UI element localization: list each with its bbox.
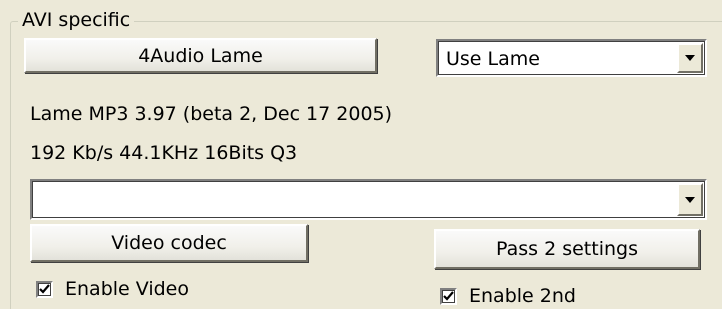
enable-2nd-checkbox[interactable] bbox=[440, 287, 457, 305]
enable-video-checkbox[interactable] bbox=[36, 280, 53, 298]
audio-mode-select-value: Use Lame bbox=[446, 48, 540, 70]
audio-codec-info-line2: 192 Kb/s 44.1KHz 16Bits Q3 bbox=[30, 142, 298, 164]
group-title: AVI specific bbox=[18, 8, 135, 32]
audio-codec-button-label: 4Audio Lame bbox=[138, 44, 263, 67]
video-codec-dropdown-button[interactable] bbox=[677, 183, 703, 216]
check-icon bbox=[443, 291, 454, 301]
enable-2nd-label: Enable 2nd bbox=[469, 285, 576, 307]
audio-mode-dropdown-button[interactable] bbox=[677, 43, 703, 73]
pass2-settings-button-label: Pass 2 settings bbox=[496, 238, 638, 260]
audio-mode-select[interactable]: Use Lame bbox=[436, 39, 707, 77]
audio-codec-info-line1: Lame MP3 3.97 (beta 2, Dec 17 2005) bbox=[30, 103, 393, 125]
chevron-down-icon bbox=[685, 55, 695, 61]
video-codec-button[interactable]: Video codec bbox=[30, 224, 308, 262]
enable-video-label: Enable Video bbox=[65, 278, 189, 300]
video-codec-select[interactable] bbox=[30, 179, 707, 220]
audio-codec-button[interactable]: 4Audio Lame bbox=[24, 38, 377, 73]
pass2-settings-button[interactable]: Pass 2 settings bbox=[434, 229, 700, 269]
check-icon bbox=[39, 284, 50, 294]
chevron-down-icon bbox=[685, 196, 695, 203]
enable-video-checkbox-row[interactable]: Enable Video bbox=[36, 276, 189, 302]
enable-2nd-checkbox-row[interactable]: Enable 2nd bbox=[440, 283, 576, 309]
video-codec-button-label: Video codec bbox=[111, 232, 227, 254]
